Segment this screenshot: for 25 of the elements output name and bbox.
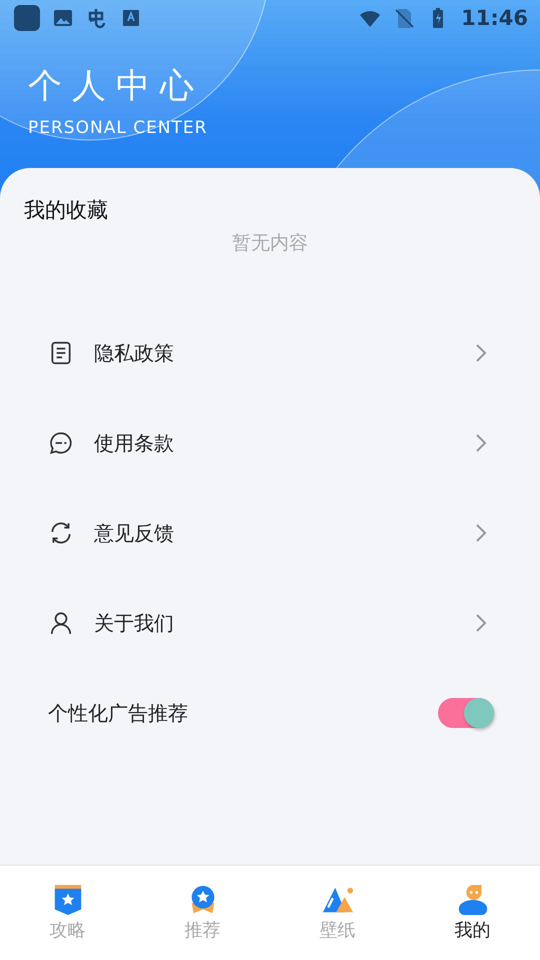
chevron-right-icon	[474, 432, 488, 454]
menu-item[interactable]: 意见反馈	[94, 520, 474, 546]
toggle-switch[interactable]	[438, 698, 494, 728]
person-icon	[48, 610, 74, 636]
status-time: 11:46	[461, 6, 528, 30]
no-sim-icon	[393, 7, 416, 29]
image-icon	[52, 7, 74, 29]
section-title: 我的收藏	[24, 198, 108, 222]
user-avatar-icon	[456, 884, 488, 916]
page-title: 个人中心	[28, 66, 205, 106]
menu-item[interactable]: 使用条款	[94, 430, 474, 456]
nav-label: 我的	[454, 919, 490, 942]
nav-label: 攻略	[50, 919, 86, 942]
menu-item[interactable]: 关于我们	[94, 610, 474, 636]
nav-tab[interactable]: 我的	[405, 866, 540, 960]
nav-label: 壁纸	[320, 919, 356, 942]
setting-label: 个性化广告推荐	[48, 700, 189, 726]
empty-message: 暂无内容	[232, 232, 308, 254]
chevron-right-icon	[474, 522, 488, 544]
chevron-right-icon	[474, 342, 488, 364]
menu-item[interactable]: 隐私政策	[94, 340, 474, 366]
chevron-right-icon	[474, 612, 488, 634]
page-subtitle: PERSONAL CENTER	[28, 118, 208, 138]
chat-bubble-icon	[48, 430, 74, 456]
nav-label: 推荐	[184, 919, 220, 942]
